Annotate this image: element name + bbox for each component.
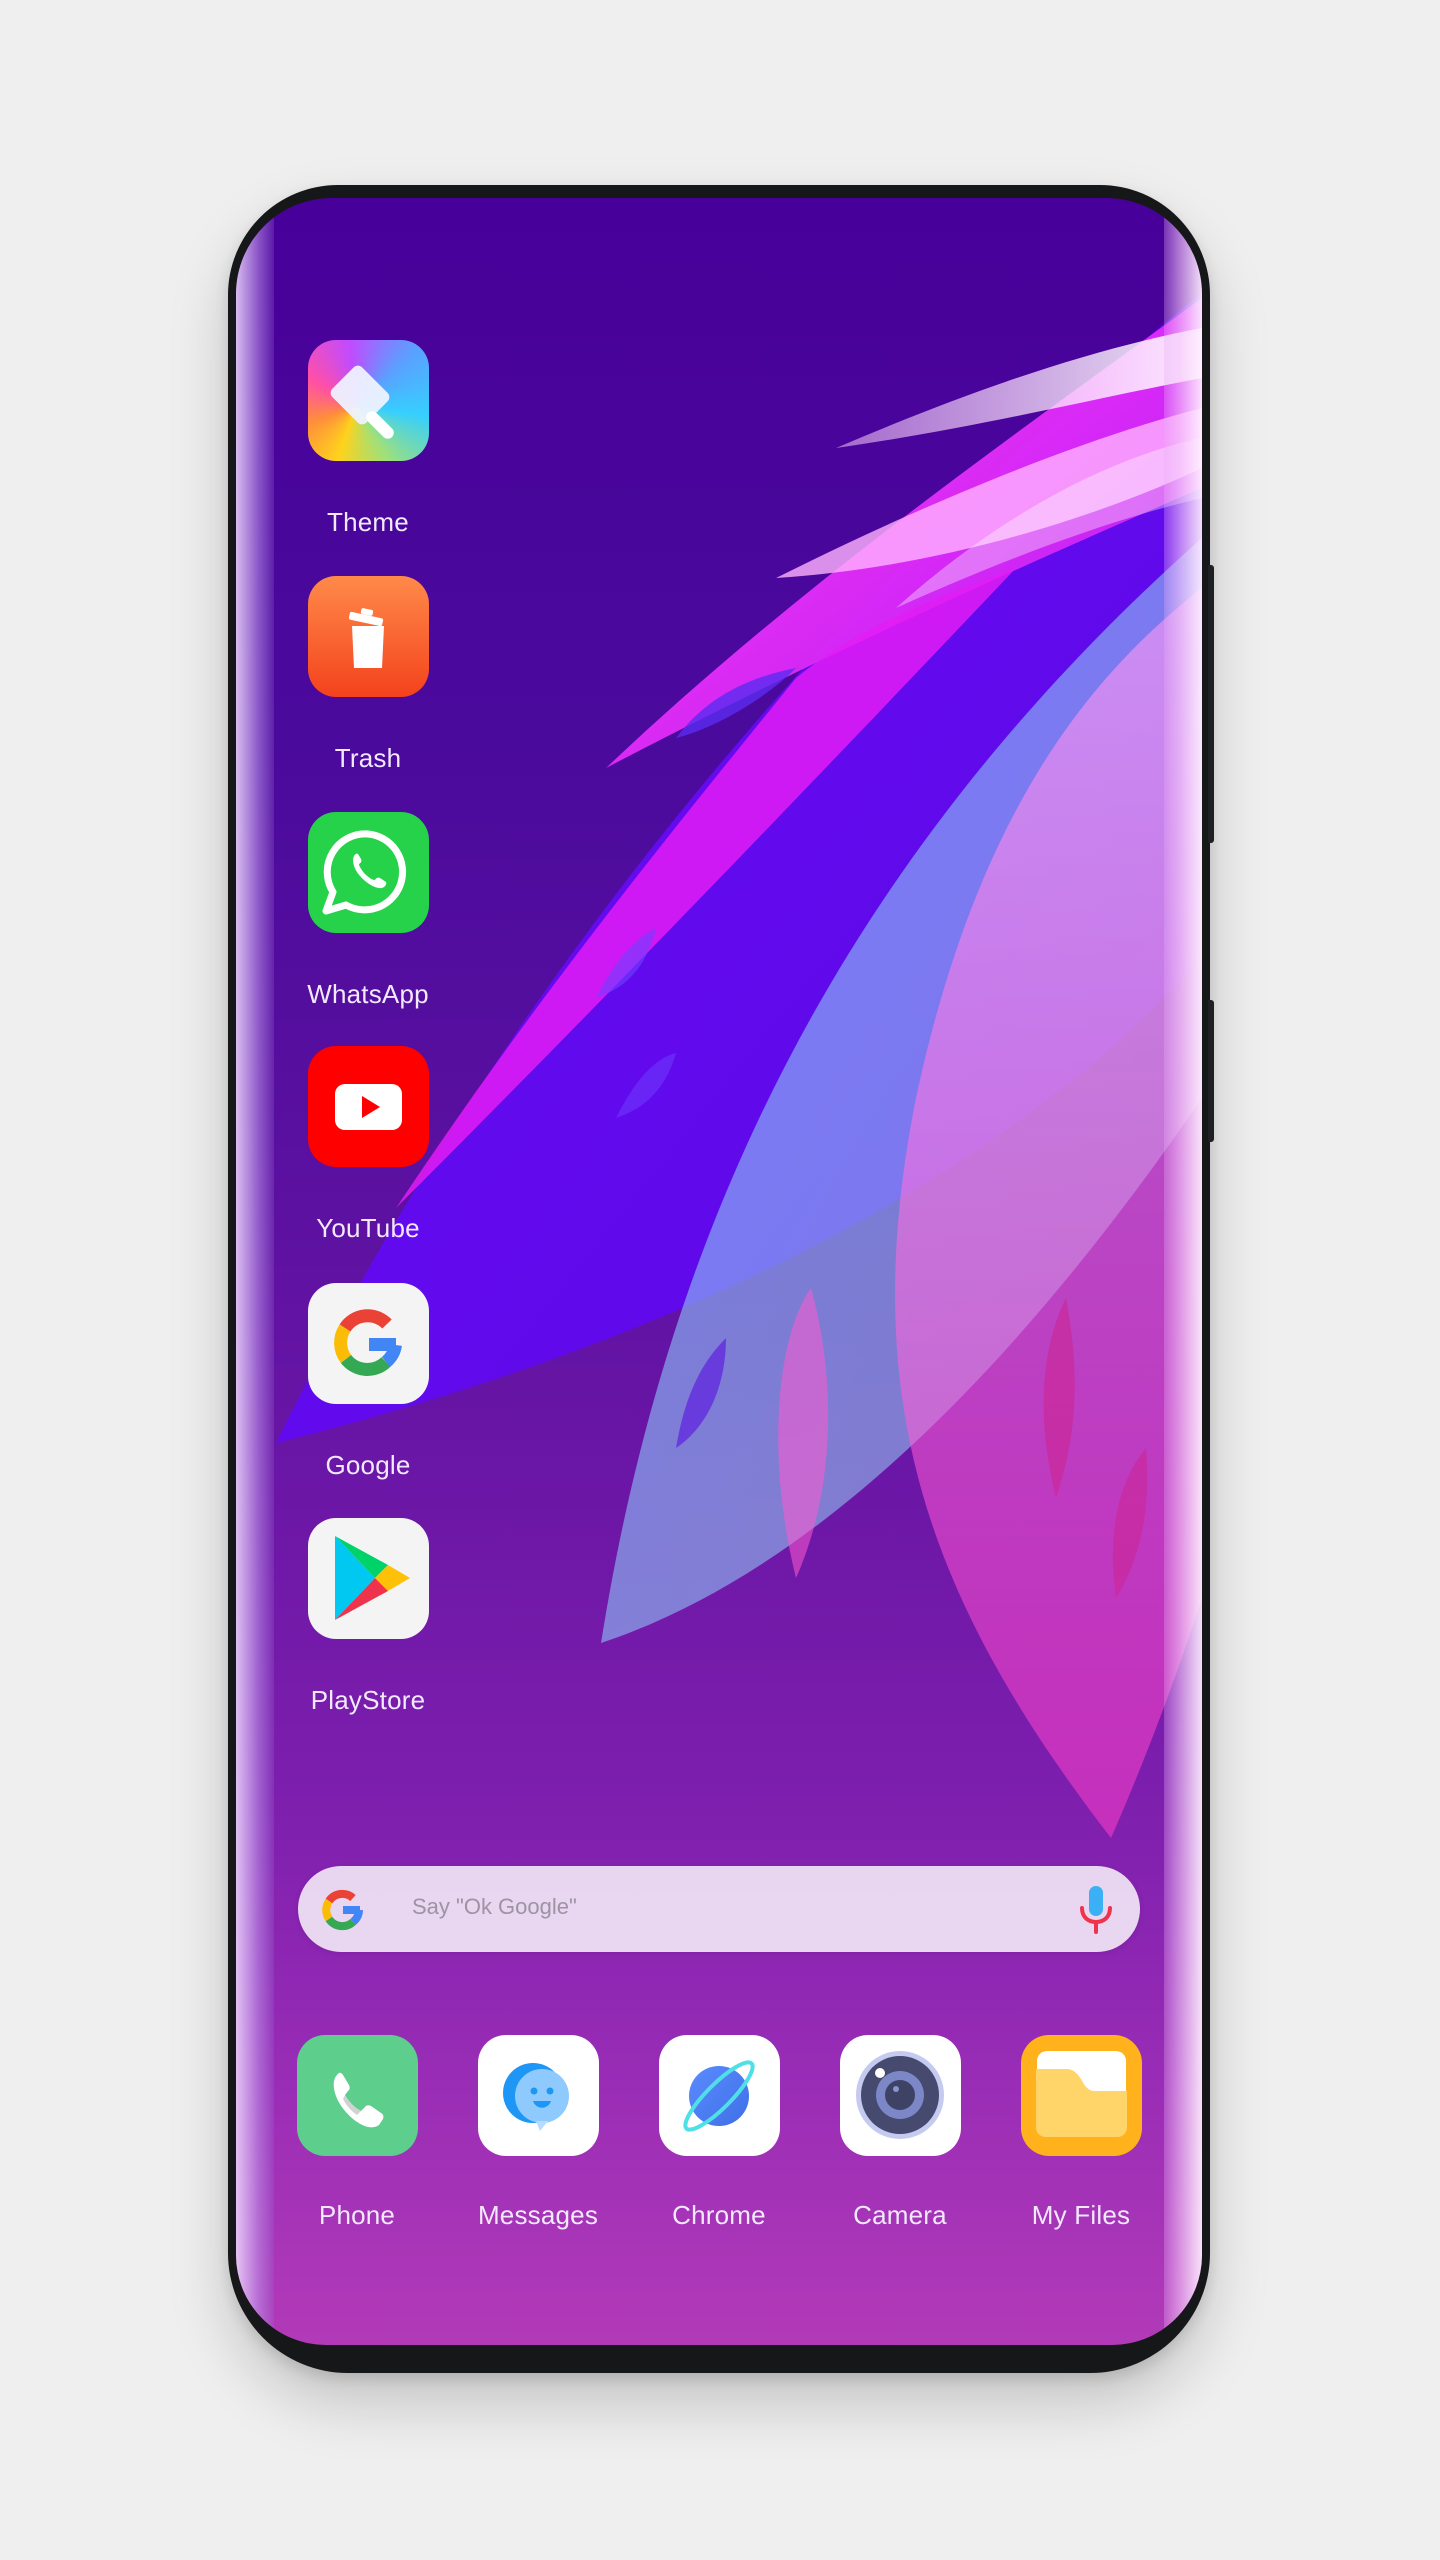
app-label: My Files — [1031, 2200, 1131, 2230]
app-label: Phone — [318, 2200, 396, 2230]
app-playstore[interactable]: PlayStore — [278, 1518, 458, 1715]
youtube-play-icon — [307, 1046, 429, 1167]
app-label: Google — [325, 1450, 411, 1480]
dock-app-messages[interactable]: Messages — [448, 2035, 628, 2230]
app-label: Camera — [853, 2200, 947, 2230]
whatsapp-icon — [307, 812, 429, 933]
dock-app-phone[interactable]: Phone — [267, 2035, 447, 2230]
folder-icon — [1020, 2035, 1142, 2156]
app-label: PlayStore — [310, 1685, 426, 1715]
google-search-bar[interactable]: Say "Ok Google" — [298, 1866, 1140, 1952]
paintbrush-icon — [307, 340, 429, 461]
app-label: YouTube — [316, 1213, 420, 1243]
trash-icon — [307, 576, 429, 697]
dock-app-camera[interactable]: Camera — [810, 2035, 990, 2230]
app-google[interactable]: Google — [278, 1283, 458, 1480]
planet-icon — [658, 2035, 780, 2156]
google-g-icon — [307, 1283, 429, 1404]
search-placeholder[interactable]: Say "Ok Google" — [412, 1894, 577, 1920]
play-store-icon — [307, 1518, 429, 1639]
camera-lens-icon — [839, 2035, 961, 2156]
app-label: Messages — [477, 2200, 599, 2230]
power-button — [1208, 565, 1214, 843]
chat-bubble-icon — [477, 2035, 599, 2156]
volume-button — [1208, 1000, 1214, 1142]
app-label: WhatsApp — [307, 979, 429, 1009]
app-label: Trash — [334, 743, 402, 773]
app-whatsapp[interactable]: WhatsApp — [278, 812, 458, 1009]
google-g-icon — [322, 1889, 363, 1931]
app-trash[interactable]: Trash — [278, 576, 458, 773]
app-theme[interactable]: Theme — [278, 340, 458, 537]
app-label: Theme — [327, 507, 409, 537]
dock-app-myfiles[interactable]: My Files — [991, 2035, 1171, 2230]
app-youtube[interactable]: YouTube — [278, 1046, 458, 1243]
app-label: Chrome — [672, 2200, 766, 2230]
microphone-icon[interactable] — [1076, 1884, 1116, 1936]
phone-handset-icon — [296, 2035, 418, 2156]
dock-app-chrome[interactable]: Chrome — [629, 2035, 809, 2230]
